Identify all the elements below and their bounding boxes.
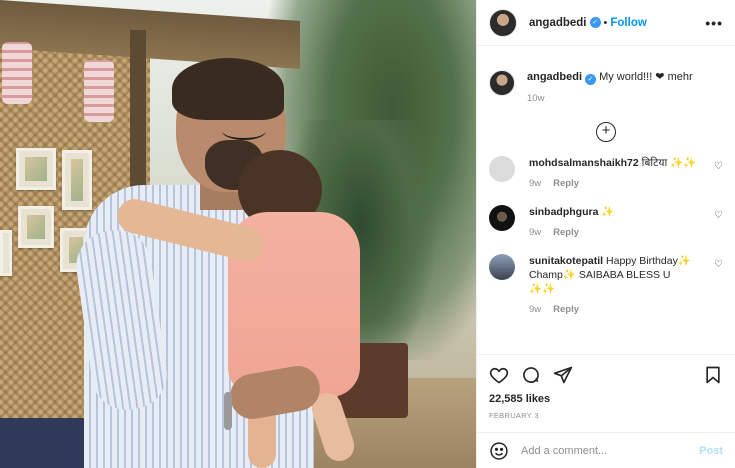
action-bar (489, 363, 723, 387)
comment-time[interactable]: 9w (529, 304, 541, 315)
post-actions: 22,585 likes FEBRUARY 3 (477, 354, 735, 420)
reply-button[interactable]: Reply (553, 304, 579, 315)
comment-avatar[interactable] (489, 156, 515, 182)
follow-button[interactable]: Follow (610, 17, 646, 29)
lantern (2, 42, 32, 104)
share-paper-plane-icon[interactable] (553, 365, 573, 385)
comment-avatar[interactable] (489, 254, 515, 280)
caption-time[interactable]: 10w (527, 91, 693, 106)
wall-frame (18, 206, 54, 248)
comment-item: sunitakotepatil Happy Birthday✨ Champ✨ S… (489, 254, 723, 317)
caption-text: My world!!! ❤ mehr (599, 71, 693, 83)
comment-text: ✨ (601, 206, 615, 218)
wall-frame (0, 230, 12, 276)
man-hair (172, 58, 284, 120)
comment-time[interactable]: 9w (529, 178, 541, 189)
more-options-icon[interactable]: ••• (705, 15, 723, 31)
add-comment-input[interactable] (521, 444, 700, 457)
comment-item: sinbadphgura ✨ 9w Reply ♡ (489, 205, 723, 240)
post-photo[interactable] (0, 0, 476, 468)
sunglasses (222, 122, 266, 140)
comments-list[interactable]: angadbedi ✓ My world!!! ❤ mehr 10w + mohd… (477, 46, 735, 354)
bracelet (224, 392, 232, 430)
like-comment-heart-icon[interactable]: ♡ (714, 161, 723, 172)
comment-username[interactable]: mohdsalmanshaikh72 (529, 157, 639, 169)
comment-avatar[interactable] (489, 205, 515, 231)
header-separator: • (603, 16, 608, 29)
load-more-comments[interactable]: + (489, 122, 723, 142)
comment-username[interactable]: sunitakotepatil (529, 255, 603, 267)
comment-item: mohdsalmanshaikh72 बिटिया ✨✨ 9w Reply ♡ (489, 156, 723, 191)
comment-time[interactable]: 9w (529, 227, 541, 238)
save-bookmark-icon[interactable] (703, 365, 723, 385)
like-comment-heart-icon[interactable]: ♡ (714, 259, 723, 270)
lantern (84, 60, 114, 122)
comment-text: बिटिया ✨✨ (641, 157, 697, 169)
like-comment-heart-icon[interactable]: ♡ (714, 210, 723, 221)
post-header: angadbedi ✓ • Follow ••• (477, 0, 735, 46)
verified-badge-icon: ✓ (589, 17, 601, 28)
comment-username[interactable]: sinbadphgura (529, 206, 598, 218)
caption-avatar[interactable] (489, 70, 515, 96)
wall-frame (62, 150, 92, 210)
caption-username[interactable]: angadbedi (527, 71, 582, 83)
post-date[interactable]: FEBRUARY 3 (489, 411, 723, 420)
like-heart-icon[interactable] (489, 365, 509, 385)
post-caption: angadbedi ✓ My world!!! ❤ mehr 10w (489, 70, 723, 106)
post-comment-button[interactable]: Post (699, 445, 723, 457)
author-username[interactable]: angadbedi (529, 17, 587, 29)
instagram-post: angadbedi ✓ • Follow ••• angadbedi ✓ My w… (0, 0, 735, 468)
comment-composer: Post (477, 432, 735, 468)
reply-button[interactable]: Reply (553, 227, 579, 238)
wall-frame (16, 148, 56, 190)
comment-bubble-icon[interactable] (521, 365, 541, 385)
plus-circle-icon[interactable]: + (596, 122, 616, 142)
author-avatar[interactable] (489, 8, 517, 37)
post-sidebar: angadbedi ✓ • Follow ••• angadbedi ✓ My w… (476, 0, 735, 468)
emoji-smiley-icon[interactable] (489, 441, 509, 461)
likes-count[interactable]: 22,585 likes (489, 393, 723, 405)
verified-badge-icon: ✓ (585, 74, 597, 85)
reply-button[interactable]: Reply (553, 178, 579, 189)
